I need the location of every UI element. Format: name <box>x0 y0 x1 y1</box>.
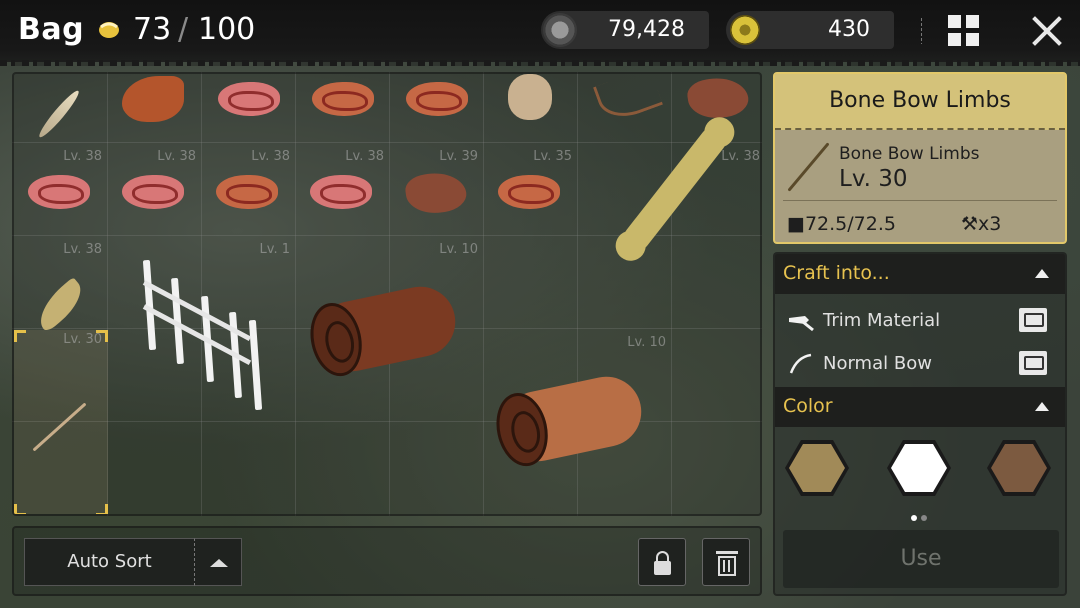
craft-option-normal-bow[interactable]: Normal Bow <box>775 343 1065 385</box>
bear-head-icon <box>508 74 552 120</box>
inventory-slot[interactable] <box>296 74 390 167</box>
raw-meat-icon <box>406 82 468 116</box>
inventory-slot[interactable] <box>578 74 672 167</box>
light-log-item[interactable] <box>489 370 648 471</box>
collapse-arrow-icon <box>1035 269 1049 278</box>
inventory-slot[interactable] <box>484 167 578 260</box>
inventory-slot[interactable] <box>296 167 390 260</box>
item-level-large: Lv. 30 <box>839 166 908 192</box>
item-detail-title: Bone Bow Limbs <box>829 88 1011 113</box>
currency-secondary-value: 430 <box>828 17 870 42</box>
selected-inventory-slot[interactable]: Lv. 30 <box>14 330 108 514</box>
raw-meat-icon <box>312 82 374 116</box>
auto-sort-button[interactable]: Auto Sort <box>24 538 194 586</box>
craft-option-label: Normal Bow <box>823 353 932 374</box>
item-weight: ■72.5/72.5 <box>787 213 896 235</box>
weight-cube-icon: ■ <box>787 213 805 235</box>
detail-divider <box>783 200 1057 201</box>
craft-option-trim-material[interactable]: Trim Material <box>775 300 1065 342</box>
grid-menu-button[interactable] <box>948 15 980 47</box>
currency-primary: 79,428 <box>541 11 709 49</box>
color-swatch-white[interactable] <box>887 440 951 496</box>
grid-menu-icon <box>948 15 961 28</box>
raw-meat-icon <box>498 175 560 209</box>
craft-workbench-icon[interactable] <box>1019 351 1047 375</box>
inventory-slot[interactable] <box>108 167 202 260</box>
item-level: Lv. 38 <box>63 242 102 257</box>
bow-icon <box>789 353 812 374</box>
inventory-slot[interactable]: Lv. 10 <box>390 167 484 260</box>
item-level: Lv. 1 <box>259 242 290 257</box>
inventory-slot[interactable] <box>484 74 578 167</box>
craft-into-title: Craft into... <box>783 262 890 284</box>
bag-capacity-max: 100 <box>198 12 256 47</box>
raw-meat-icon <box>122 175 184 209</box>
craft-into-header[interactable]: Craft into... <box>775 254 1065 294</box>
item-level: Lv. 10 <box>627 335 666 350</box>
item-name: Bone Bow Limbs <box>839 144 980 164</box>
currency-secondary: 430 <box>726 11 894 49</box>
lock-button[interactable] <box>638 538 686 586</box>
item-detail-header: Bone Bow Limbs <box>775 74 1065 130</box>
coin-icon <box>543 13 577 47</box>
page-indicator <box>909 506 929 525</box>
bag-capacity-current: 73 <box>133 12 172 47</box>
item-detail-card: Bone Bow Limbs Bone Bow Limbs Lv. 30 ■72… <box>773 72 1067 244</box>
trim-tool-icon <box>789 316 814 332</box>
animal-hide-icon <box>403 169 469 217</box>
inventory-slot[interactable]: Lv. 38 <box>14 167 108 260</box>
craft-panel: Craft into... Trim Material Normal Bow C… <box>773 252 1067 596</box>
raw-meat-icon <box>310 175 372 209</box>
bone-shard-icon <box>30 277 90 333</box>
trash-icon <box>716 551 738 554</box>
inventory-grid: Lv. 38 Lv. 38 Lv. 38 Lv. 38 Lv. 39 Lv. 3… <box>12 72 762 516</box>
color-header[interactable]: Color <box>775 387 1065 427</box>
header-divider <box>921 18 922 44</box>
item-level: Lv. 30 <box>63 332 102 347</box>
raw-meat-icon <box>216 175 278 209</box>
inventory-slot[interactable]: Lv. 1 <box>202 167 296 260</box>
craft-workbench-icon[interactable] <box>1019 308 1047 332</box>
root-icon <box>592 74 664 126</box>
trash-button[interactable] <box>702 538 750 586</box>
feather-icon <box>35 87 83 141</box>
item-craft-count: ⚒x3 <box>961 213 1002 235</box>
item-level: Lv. 10 <box>439 242 478 257</box>
backpack-icon <box>99 22 119 38</box>
close-button[interactable] <box>1028 12 1066 50</box>
color-title: Color <box>783 395 833 417</box>
horse-head-icon <box>122 76 184 122</box>
color-swatch-brown[interactable] <box>987 440 1051 496</box>
currency-primary-value: 79,428 <box>608 17 685 42</box>
use-button[interactable]: Use <box>783 530 1059 588</box>
inventory-slot[interactable] <box>202 74 296 167</box>
inventory-slot[interactable] <box>108 74 202 167</box>
inventory-slot[interactable] <box>390 74 484 167</box>
craft-option-label: Trim Material <box>823 310 941 331</box>
raw-meat-icon <box>28 175 90 209</box>
hammer-icon: ⚒ <box>961 213 979 235</box>
bow-limbs-icon <box>783 140 835 192</box>
bottom-toolbar: Auto Sort <box>12 526 762 596</box>
color-swatch-tan[interactable] <box>785 440 849 496</box>
bag-capacity-separator: / <box>178 12 189 47</box>
bow-limbs-icon <box>32 402 87 452</box>
dark-log-item[interactable] <box>303 280 462 381</box>
raw-meat-icon <box>218 82 280 116</box>
sort-options-toggle[interactable] <box>194 538 242 586</box>
top-bar: Bag 73 / 100 79,428 430 <box>0 0 1080 66</box>
wooden-fence-item[interactable] <box>142 259 264 411</box>
animal-hide-icon <box>685 74 751 122</box>
gold-gear-icon <box>728 13 762 47</box>
inventory-slot[interactable] <box>14 74 108 167</box>
bag-title: Bag <box>18 12 85 47</box>
collapse-arrow-icon <box>1035 402 1049 411</box>
